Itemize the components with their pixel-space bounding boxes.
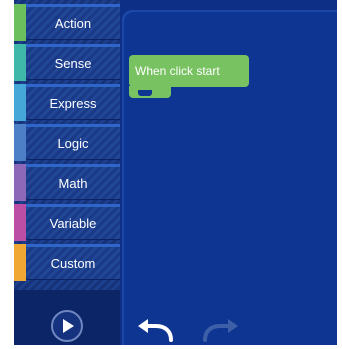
block-label: When click start — [135, 64, 220, 78]
category-label: Express — [49, 96, 97, 111]
undo-icon — [138, 319, 173, 342]
when-click-start-block[interactable]: When click start — [129, 55, 249, 87]
play-icon — [63, 319, 74, 333]
category-color-strip — [14, 84, 26, 121]
undo-button[interactable] — [136, 318, 176, 349]
category-color-strip — [14, 44, 26, 81]
redo-icon — [203, 319, 238, 342]
category-logic[interactable]: Logic — [14, 124, 120, 161]
category-label: Custom — [50, 256, 96, 271]
category-label: Sense — [54, 56, 92, 71]
category-color-strip — [14, 124, 26, 161]
category-math[interactable]: Math — [14, 164, 120, 201]
play-button[interactable] — [51, 310, 83, 342]
category-sidebar: Action Sense Express Logic Math Variable… — [14, 0, 120, 345]
category-label: Logic — [57, 136, 89, 151]
category-action[interactable]: Action — [14, 4, 120, 41]
category-color-strip — [14, 244, 26, 281]
redo-button[interactable] — [200, 318, 240, 349]
category-color-strip — [14, 4, 26, 41]
category-color-strip — [14, 204, 26, 241]
block-connector-slot — [138, 90, 152, 96]
category-label: Variable — [49, 216, 97, 231]
category-sense[interactable]: Sense — [14, 44, 120, 81]
category-label: Action — [54, 16, 92, 31]
category-label: Math — [58, 176, 88, 191]
category-custom[interactable]: Custom — [14, 244, 120, 281]
category-variable[interactable]: Variable — [14, 204, 120, 241]
category-express[interactable]: Express — [14, 84, 120, 121]
app-frame: Action Sense Express Logic Math Variable… — [14, 0, 337, 345]
category-color-strip — [14, 164, 26, 201]
